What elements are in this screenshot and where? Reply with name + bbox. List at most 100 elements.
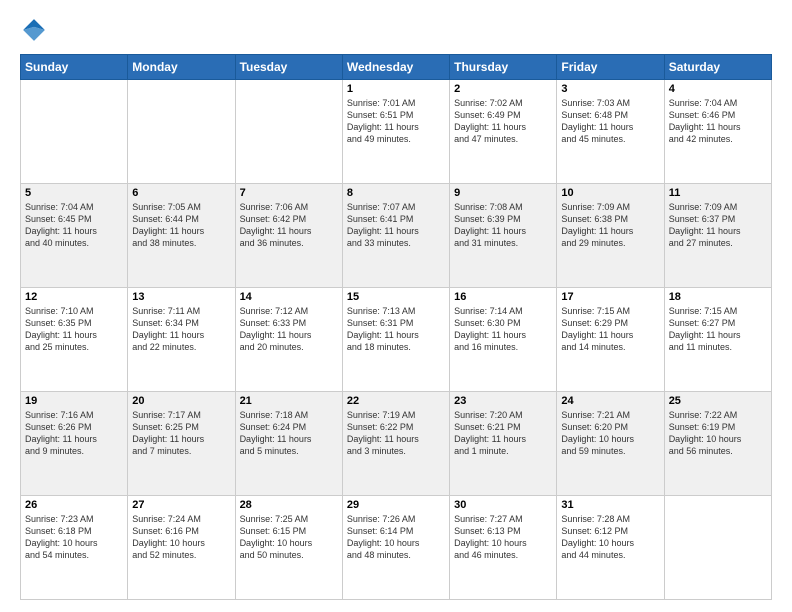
day-number: 3 [561,83,659,95]
calendar-cell: 22 Sunrise: 7:19 AM Sunset: 6:22 PM Dayli… [342,392,449,496]
calendar-cell: 2 Sunrise: 7:02 AM Sunset: 6:49 PM Daylig… [450,80,557,184]
day-number: 21 [240,395,338,407]
day-number: 10 [561,187,659,199]
day-number: 18 [669,291,767,303]
day-info: Sunrise: 7:02 AM Sunset: 6:49 PM Dayligh… [454,97,552,146]
day-number: 30 [454,499,552,511]
calendar-cell: 20 Sunrise: 7:17 AM Sunset: 6:25 PM Dayli… [128,392,235,496]
day-number: 1 [347,83,445,95]
day-number: 24 [561,395,659,407]
day-info: Sunrise: 7:21 AM Sunset: 6:20 PM Dayligh… [561,409,659,458]
header [20,16,772,44]
day-number: 14 [240,291,338,303]
calendar-cell: 14 Sunrise: 7:12 AM Sunset: 6:33 PM Dayli… [235,288,342,392]
day-number: 22 [347,395,445,407]
calendar-cell: 4 Sunrise: 7:04 AM Sunset: 6:46 PM Daylig… [664,80,771,184]
calendar-cell: 29 Sunrise: 7:26 AM Sunset: 6:14 PM Dayli… [342,496,449,600]
day-header-saturday: Saturday [664,55,771,80]
day-info: Sunrise: 7:25 AM Sunset: 6:15 PM Dayligh… [240,513,338,562]
day-number: 7 [240,187,338,199]
day-info: Sunrise: 7:12 AM Sunset: 6:33 PM Dayligh… [240,305,338,354]
calendar-cell: 7Sunrise: 7:06 AM Sunset: 6:42 PM Daylig… [235,184,342,288]
calendar-cell: 19 Sunrise: 7:16 AM Sunset: 6:26 PM Dayli… [21,392,128,496]
calendar-week-row: 5Sunrise: 7:04 AM Sunset: 6:45 PM Daylig… [21,184,772,288]
day-number: 25 [669,395,767,407]
calendar-week-row: 26 Sunrise: 7:23 AM Sunset: 6:18 PM Dayli… [21,496,772,600]
day-info: Sunrise: 7:16 AM Sunset: 6:26 PM Dayligh… [25,409,123,458]
day-number: 9 [454,187,552,199]
calendar-week-row: 1 Sunrise: 7:01 AM Sunset: 6:51 PM Daylig… [21,80,772,184]
day-number: 26 [25,499,123,511]
day-number: 19 [25,395,123,407]
calendar-cell: 24 Sunrise: 7:21 AM Sunset: 6:20 PM Dayli… [557,392,664,496]
day-info: Sunrise: 7:24 AM Sunset: 6:16 PM Dayligh… [132,513,230,562]
calendar-cell: 13Sunrise: 7:11 AM Sunset: 6:34 PM Dayli… [128,288,235,392]
day-number: 13 [132,291,230,303]
day-header-monday: Monday [128,55,235,80]
calendar-header-row: SundayMondayTuesdayWednesdayThursdayFrid… [21,55,772,80]
day-header-friday: Friday [557,55,664,80]
day-info: Sunrise: 7:10 AM Sunset: 6:35 PM Dayligh… [25,305,123,354]
day-info: Sunrise: 7:14 AM Sunset: 6:30 PM Dayligh… [454,305,552,354]
day-number: 17 [561,291,659,303]
day-info: Sunrise: 7:15 AM Sunset: 6:27 PM Dayligh… [669,305,767,354]
day-number: 6 [132,187,230,199]
calendar-cell: 8 Sunrise: 7:07 AM Sunset: 6:41 PM Daylig… [342,184,449,288]
calendar-cell: 30 Sunrise: 7:27 AM Sunset: 6:13 PM Dayli… [450,496,557,600]
day-info: Sunrise: 7:20 AM Sunset: 6:21 PM Dayligh… [454,409,552,458]
day-number: 15 [347,291,445,303]
day-info: Sunrise: 7:03 AM Sunset: 6:48 PM Dayligh… [561,97,659,146]
calendar-cell: 26 Sunrise: 7:23 AM Sunset: 6:18 PM Dayli… [21,496,128,600]
day-info: Sunrise: 7:17 AM Sunset: 6:25 PM Dayligh… [132,409,230,458]
day-number: 27 [132,499,230,511]
day-info: Sunrise: 7:01 AM Sunset: 6:51 PM Dayligh… [347,97,445,146]
day-number: 8 [347,187,445,199]
calendar-cell: 18 Sunrise: 7:15 AM Sunset: 6:27 PM Dayli… [664,288,771,392]
calendar-cell: 21 Sunrise: 7:18 AM Sunset: 6:24 PM Dayli… [235,392,342,496]
day-info: Sunrise: 7:09 AM Sunset: 6:37 PM Dayligh… [669,201,767,250]
calendar-cell: 25 Sunrise: 7:22 AM Sunset: 6:19 PM Dayli… [664,392,771,496]
day-header-sunday: Sunday [21,55,128,80]
day-number: 12 [25,291,123,303]
calendar-cell: 1 Sunrise: 7:01 AM Sunset: 6:51 PM Daylig… [342,80,449,184]
day-info: Sunrise: 7:13 AM Sunset: 6:31 PM Dayligh… [347,305,445,354]
calendar-cell: 12 Sunrise: 7:10 AM Sunset: 6:35 PM Dayli… [21,288,128,392]
calendar-cell: 17Sunrise: 7:15 AM Sunset: 6:29 PM Dayli… [557,288,664,392]
day-number: 28 [240,499,338,511]
day-number: 5 [25,187,123,199]
day-info: Sunrise: 7:27 AM Sunset: 6:13 PM Dayligh… [454,513,552,562]
calendar-cell: 10Sunrise: 7:09 AM Sunset: 6:38 PM Dayli… [557,184,664,288]
day-info: Sunrise: 7:19 AM Sunset: 6:22 PM Dayligh… [347,409,445,458]
day-info: Sunrise: 7:04 AM Sunset: 6:46 PM Dayligh… [669,97,767,146]
day-info: Sunrise: 7:22 AM Sunset: 6:19 PM Dayligh… [669,409,767,458]
day-info: Sunrise: 7:23 AM Sunset: 6:18 PM Dayligh… [25,513,123,562]
day-header-tuesday: Tuesday [235,55,342,80]
calendar-week-row: 19 Sunrise: 7:16 AM Sunset: 6:26 PM Dayli… [21,392,772,496]
day-number: 23 [454,395,552,407]
calendar-cell: 6 Sunrise: 7:05 AM Sunset: 6:44 PM Daylig… [128,184,235,288]
day-info: Sunrise: 7:05 AM Sunset: 6:44 PM Dayligh… [132,201,230,250]
calendar-cell: 23 Sunrise: 7:20 AM Sunset: 6:21 PM Dayli… [450,392,557,496]
day-number: 20 [132,395,230,407]
calendar-table: SundayMondayTuesdayWednesdayThursdayFrid… [20,54,772,600]
calendar-cell [664,496,771,600]
day-info: Sunrise: 7:26 AM Sunset: 6:14 PM Dayligh… [347,513,445,562]
calendar-cell: 16 Sunrise: 7:14 AM Sunset: 6:30 PM Dayli… [450,288,557,392]
calendar-cell: 28 Sunrise: 7:25 AM Sunset: 6:15 PM Dayli… [235,496,342,600]
page: SundayMondayTuesdayWednesdayThursdayFrid… [0,0,792,612]
day-number: 29 [347,499,445,511]
day-number: 4 [669,83,767,95]
calendar-cell: 3 Sunrise: 7:03 AM Sunset: 6:48 PM Daylig… [557,80,664,184]
calendar-cell: 5Sunrise: 7:04 AM Sunset: 6:45 PM Daylig… [21,184,128,288]
day-number: 11 [669,187,767,199]
calendar-cell: 27 Sunrise: 7:24 AM Sunset: 6:16 PM Dayli… [128,496,235,600]
calendar-cell: 31Sunrise: 7:28 AM Sunset: 6:12 PM Dayli… [557,496,664,600]
day-number: 2 [454,83,552,95]
day-number: 16 [454,291,552,303]
calendar-cell: 11 Sunrise: 7:09 AM Sunset: 6:37 PM Dayli… [664,184,771,288]
calendar-cell [235,80,342,184]
day-info: Sunrise: 7:07 AM Sunset: 6:41 PM Dayligh… [347,201,445,250]
day-info: Sunrise: 7:18 AM Sunset: 6:24 PM Dayligh… [240,409,338,458]
day-info: Sunrise: 7:08 AM Sunset: 6:39 PM Dayligh… [454,201,552,250]
day-number: 31 [561,499,659,511]
